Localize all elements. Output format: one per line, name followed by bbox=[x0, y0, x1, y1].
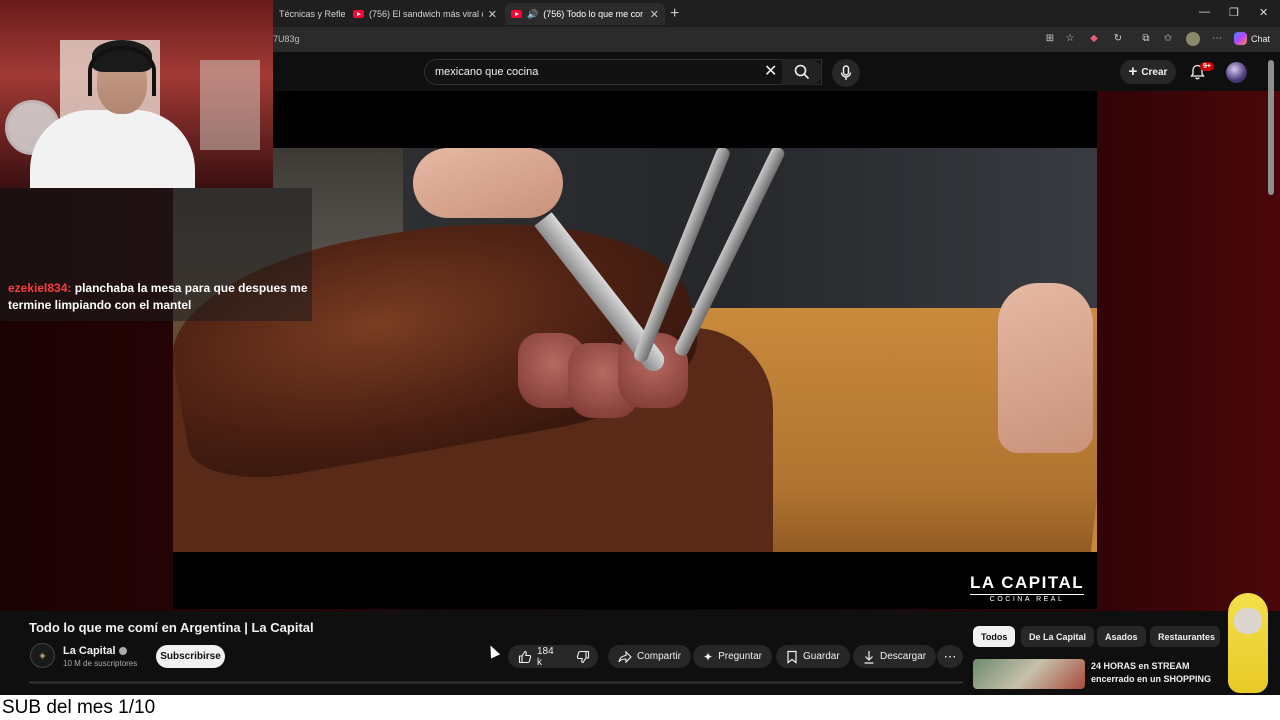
channel-name-text: La Capital bbox=[63, 645, 116, 657]
video-watermark-logo: LA CAPITAL COCINA REAL bbox=[970, 573, 1085, 603]
close-icon[interactable]: ✕ bbox=[650, 8, 659, 21]
recommendation-title[interactable]: 24 HORAS en STREAM encerrado en un SHOPP… bbox=[1091, 660, 1221, 686]
sub-of-month-banner: SUB del mes 1/10 bbox=[0, 695, 1280, 720]
subscribe-button[interactable]: Subscribirse bbox=[156, 645, 225, 668]
copilot-icon bbox=[1234, 32, 1247, 45]
page-scrollbar[interactable] bbox=[1268, 60, 1274, 195]
notification-count-badge: 9+ bbox=[1200, 62, 1214, 71]
chip-restaurantes[interactable]: Restaurantes bbox=[1150, 626, 1220, 647]
profile-icon[interactable] bbox=[1186, 32, 1200, 46]
watermark-subtitle: COCINA REAL bbox=[970, 594, 1085, 603]
webcam-background bbox=[200, 60, 260, 150]
watermark-title: LA CAPITAL bbox=[970, 573, 1085, 592]
chip-de-la-capital[interactable]: De La Capital bbox=[1021, 626, 1095, 647]
share-button[interactable]: Compartir bbox=[608, 645, 691, 668]
chat-message: ezekiel834: planchaba la mesa para que d… bbox=[8, 280, 308, 314]
search-button[interactable] bbox=[782, 59, 822, 85]
verified-icon bbox=[118, 647, 127, 656]
create-button[interactable]: + Crear bbox=[1120, 60, 1176, 84]
stream-chat-overlay: ezekiel834: planchaba la mesa para que d… bbox=[0, 188, 312, 321]
video-hand-left bbox=[413, 148, 563, 218]
share-icon bbox=[618, 650, 632, 663]
search-icon bbox=[794, 64, 810, 80]
tab-label: (756) Todo lo que me comí en bbox=[543, 9, 643, 19]
description-box-edge bbox=[29, 681, 963, 684]
speaker-icon[interactable]: 🔊 bbox=[527, 9, 538, 20]
channel-avatar[interactable]: ◈ bbox=[30, 643, 55, 668]
ask-button[interactable]: ✦ Preguntar bbox=[693, 645, 772, 668]
download-label: Descargar bbox=[880, 651, 927, 662]
channel-name[interactable]: La Capital bbox=[63, 645, 127, 657]
more-menu-icon[interactable]: ⋯ bbox=[1211, 33, 1223, 45]
microphone-icon bbox=[840, 65, 852, 80]
close-icon[interactable]: ✕ bbox=[488, 8, 497, 21]
new-tab-button[interactable]: + bbox=[670, 5, 679, 23]
streamer-webcam bbox=[0, 0, 273, 188]
channel-subscribers: 10 M de suscriptores bbox=[63, 659, 138, 668]
download-button[interactable]: Descargar bbox=[853, 645, 937, 668]
tab-label: Técnicas y Refle bbox=[279, 9, 345, 19]
like-dislike-group: 184 k bbox=[508, 645, 598, 668]
youtube-icon bbox=[353, 10, 364, 18]
minimize-icon[interactable]: — bbox=[1199, 6, 1210, 18]
youtube-icon bbox=[511, 10, 522, 18]
more-actions-icon[interactable]: ⋯ bbox=[937, 645, 963, 668]
chip-asados[interactable]: Asados bbox=[1097, 626, 1146, 647]
copilot-chat-button[interactable]: Chat bbox=[1234, 32, 1270, 45]
create-label: Crear bbox=[1141, 66, 1168, 78]
webcam-headset bbox=[88, 46, 156, 96]
dislike-icon[interactable] bbox=[576, 650, 590, 664]
webcam-person-body bbox=[30, 110, 195, 188]
extension-icon[interactable]: ◆ bbox=[1088, 33, 1100, 45]
sparkle-icon: ✦ bbox=[703, 649, 714, 664]
favorite-star-icon[interactable]: ☆ bbox=[1064, 33, 1076, 45]
like-icon[interactable] bbox=[518, 650, 532, 664]
save-button[interactable]: Guardar bbox=[776, 645, 850, 668]
browser-tab[interactable]: Técnicas y Refle ✕ bbox=[273, 3, 345, 25]
banana-cat-sticker bbox=[1222, 578, 1272, 698]
browser-tab-active[interactable]: 🔊 (756) Todo lo que me comí en ✕ bbox=[505, 3, 665, 25]
search-input[interactable]: mexicano que cocina bbox=[424, 59, 822, 85]
chip-todos[interactable]: Todos bbox=[973, 626, 1016, 647]
account-avatar[interactable] bbox=[1226, 62, 1247, 83]
favorites-icon[interactable]: ✩ bbox=[1162, 33, 1174, 45]
like-count[interactable]: 184 k bbox=[537, 646, 554, 668]
video-title: Todo lo que me comí en Argentina | La Ca… bbox=[29, 620, 314, 635]
download-icon bbox=[864, 650, 874, 664]
browser-tab[interactable]: (756) El sandwich más viral del mu ✕ bbox=[347, 3, 503, 25]
window-close-icon[interactable]: ✕ bbox=[1259, 6, 1268, 19]
chat-label: Chat bbox=[1251, 33, 1271, 44]
url-field[interactable]: 7U83g bbox=[273, 34, 300, 44]
share-label: Compartir bbox=[637, 651, 681, 662]
ask-label: Preguntar bbox=[718, 651, 762, 662]
split-screen-icon[interactable]: ⧉ bbox=[1140, 33, 1152, 45]
refresh-extension-icon[interactable]: ↻ bbox=[1112, 33, 1124, 45]
plus-icon: + bbox=[1128, 63, 1138, 80]
app-available-icon[interactable]: ⊞ bbox=[1044, 33, 1056, 45]
save-label: Guardar bbox=[803, 651, 840, 662]
tab-label: (756) El sandwich más viral del mu bbox=[369, 9, 483, 19]
recommendation-thumbnail[interactable] bbox=[973, 659, 1085, 689]
voice-search-button[interactable] bbox=[832, 59, 860, 87]
bookmark-icon bbox=[787, 650, 797, 664]
video-hand-right bbox=[998, 283, 1093, 453]
clear-search-icon[interactable]: ✕ bbox=[764, 61, 777, 81]
chat-username: ezekiel834: bbox=[8, 281, 72, 295]
search-value: mexicano que cocina bbox=[435, 66, 539, 78]
maximize-icon[interactable]: ❐ bbox=[1229, 6, 1239, 19]
banana-cat-face bbox=[1234, 608, 1262, 634]
